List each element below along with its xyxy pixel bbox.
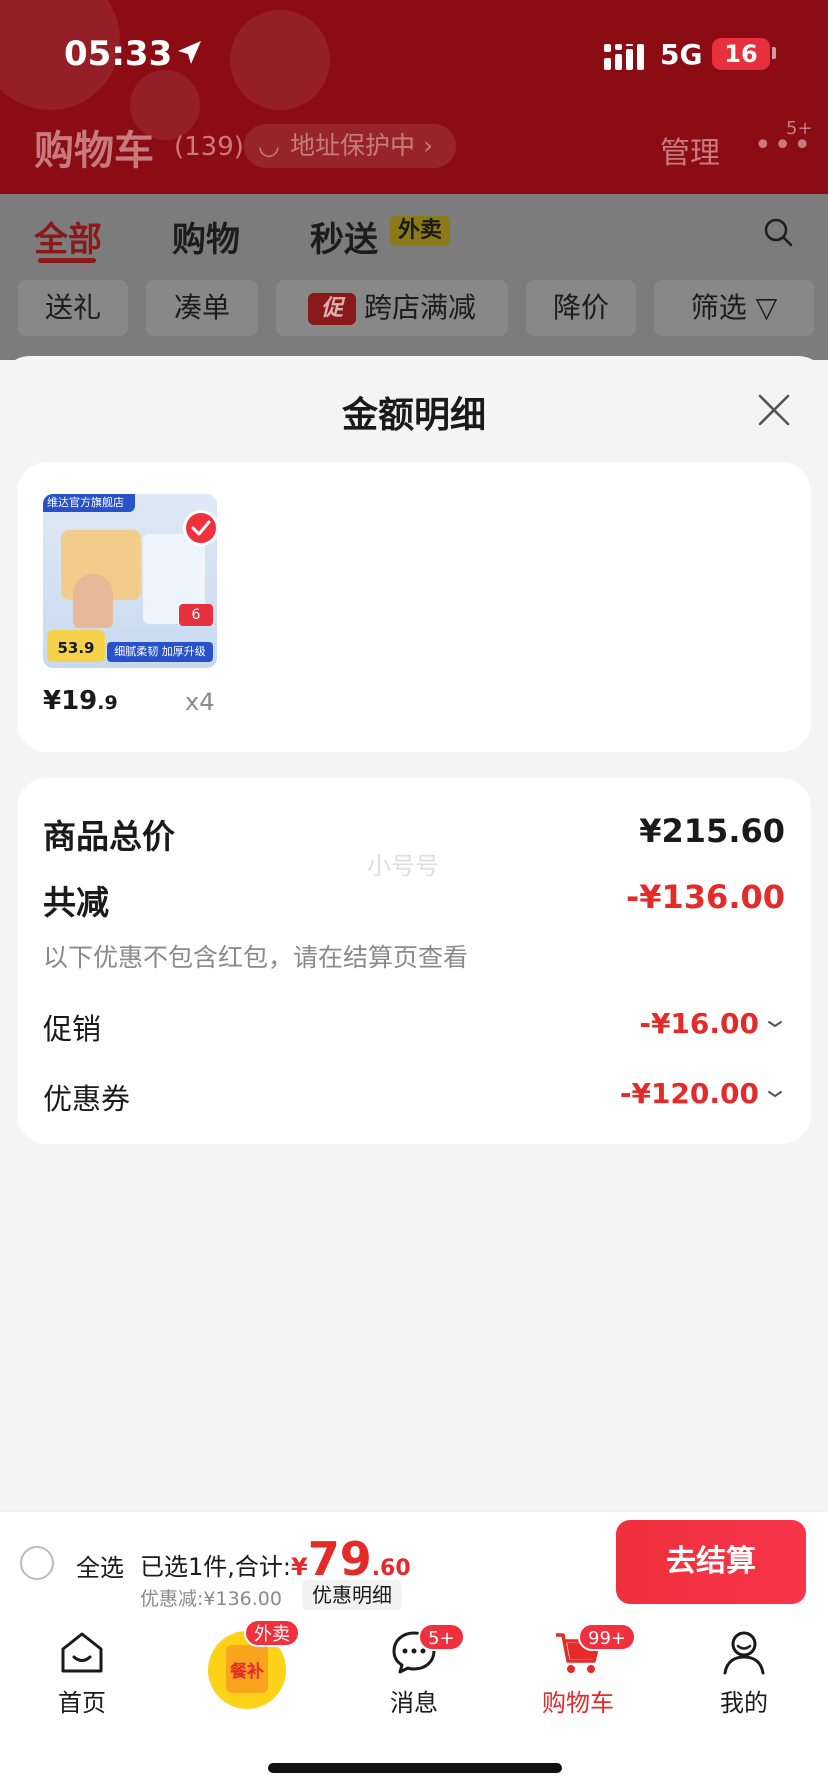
manage-button[interactable]: 管理 <box>660 128 720 172</box>
total-amount-int: 79 <box>307 1532 372 1586</box>
filter-chip-gift[interactable]: 送礼 <box>18 280 128 336</box>
battery-icon <box>772 47 776 59</box>
total-reduction-value: -¥136.00 <box>625 878 785 916</box>
location-arrow-icon <box>178 41 201 64</box>
item-price: ¥19.9 <box>43 686 118 716</box>
thumb-price-tag: 53.9 <box>47 630 105 662</box>
total-line: 已选1件,合计:¥79.60 <box>140 1532 411 1586</box>
currency-symbol: ¥ <box>290 1553 308 1581</box>
filter-chip-label: 凑单 <box>173 291 230 324</box>
selected-items-card: 维达官方旗舰店 6 53.9 细腻柔韧 加厚升级 ¥19.9 x4 <box>17 462 811 752</box>
chevron-down-icon <box>768 1021 782 1028</box>
signal-icon <box>604 44 644 70</box>
filter-chip-cross-store[interactable]: 促跨店满减 <box>276 280 508 336</box>
meal-text: 餐补 <box>230 1662 264 1682</box>
chevron-right-icon: › <box>415 131 433 160</box>
filter-chip-bundle[interactable]: 凑单 <box>146 280 258 336</box>
tab-bar-label: 购物车 <box>542 1689 614 1717</box>
tab-bar-label: 我的 <box>720 1689 768 1717</box>
total-price-label: 商品总价 <box>43 817 175 856</box>
reduction-note: 以下优惠不包含红包，请在结算页查看 <box>43 943 469 972</box>
select-all-label[interactable]: 全选 <box>76 1548 124 1583</box>
filter-chip-label: 送礼 <box>44 291 101 324</box>
cart-count: (139) <box>174 132 244 162</box>
watermark: 小号号 <box>367 852 439 880</box>
promo-mark: 促 <box>307 293 356 325</box>
battery-level: 16 <box>712 38 770 70</box>
coupon-value: -¥120.00 <box>619 1077 759 1110</box>
filter-chip-label: 降价 <box>552 291 609 324</box>
checkout-button[interactable]: 去结算 <box>616 1520 806 1604</box>
filter-icon: ▽ <box>755 291 778 324</box>
price-summary-card: 小号号 商品总价 ¥215.60 共减 -¥136.00 以下优惠不包含红包，请… <box>17 778 811 1144</box>
more-badge: 5+ <box>786 118 813 139</box>
amount-detail-sheet: 金额明细 维达官方旗舰店 6 53.9 细腻柔韧 加厚升级 ¥19.9 x4 小… <box>0 356 828 1511</box>
page-title: 购物车 <box>34 128 154 174</box>
select-all-checkbox[interactable] <box>20 1546 54 1580</box>
search-icon[interactable] <box>762 216 794 248</box>
takeout-badge: 外卖 <box>390 216 450 246</box>
tab-bar-profile[interactable]: 我的 <box>684 1627 804 1718</box>
network-type: 5G <box>660 38 703 71</box>
tab-shopping[interactable]: 购物 <box>172 212 240 261</box>
cart-badge: 99+ <box>578 1623 636 1651</box>
address-protect-pill[interactable]: ◡ 地址保护中 › <box>244 124 456 168</box>
filter-chip-label: 跨店满减 <box>363 291 476 324</box>
coupon-row[interactable]: -¥120.00 <box>620 1077 783 1110</box>
coupon-label: 优惠券 <box>43 1082 131 1116</box>
tab-instant[interactable]: 秒送 <box>310 212 378 261</box>
status-time: 05:33 <box>64 34 173 74</box>
total-price-value: ¥215.60 <box>639 812 785 850</box>
discount-text: 优惠减:¥136.00 <box>140 1588 282 1610</box>
tab-bar-cart[interactable]: 购物车 99+ <box>518 1623 638 1718</box>
smile-icon: ◡ <box>258 131 280 160</box>
background-cart-page: 05:33 5G 16 购物车 (139) ◡ 地址保护中 › 管理 ••• 5+… <box>0 0 828 360</box>
sheet-title: 金额明细 <box>341 395 486 436</box>
filter-chip-price-drop[interactable]: 降价 <box>526 280 636 336</box>
promotion-value: -¥16.00 <box>639 1007 759 1040</box>
total-reduction-label: 共减 <box>43 883 109 922</box>
selected-count-text: 已选1件,合计: <box>140 1553 291 1581</box>
tab-bar-label: 消息 <box>390 1689 438 1717</box>
home-icon <box>61 1632 103 1673</box>
chevron-down-icon <box>768 1091 782 1098</box>
profile-icon <box>723 1631 765 1675</box>
tab-all[interactable]: 全部 <box>34 212 102 261</box>
tab-bar-messages[interactable]: 消息 5+ <box>354 1623 474 1718</box>
model-image <box>73 574 113 628</box>
home-indicator <box>268 1763 562 1773</box>
thumb-pack-count: 6 <box>179 604 213 626</box>
promotion-label: 促销 <box>43 1012 102 1046</box>
filter-chip-label: 筛选 <box>690 291 747 324</box>
checkout-bar: 全选 已选1件,合计:¥79.60 优惠减:¥136.00 优惠明细 去结算 <box>0 1511 828 1613</box>
bottom-tab-bar: 首页 餐补 外卖 消息 5+ 购物车 99+ 我的 <box>0 1613 828 1792</box>
message-badge: 5+ <box>418 1623 465 1651</box>
tab-underline <box>38 258 96 263</box>
tab-bar-label: 首页 <box>58 1689 106 1717</box>
selected-check-icon <box>183 510 219 546</box>
item-quantity: x4 <box>185 688 215 716</box>
thumb-store-tag: 维达官方旗舰店 <box>43 494 135 512</box>
promotion-row[interactable]: -¥16.00 <box>639 1007 783 1040</box>
item-price-int: ¥19 <box>43 686 98 716</box>
item-price-dec: .9 <box>97 692 118 714</box>
total-amount-dec: .60 <box>371 1556 411 1581</box>
thumb-slogan: 细腻柔韧 加厚升级 <box>107 642 213 662</box>
discount-detail-button[interactable]: 优惠明细 <box>302 1580 402 1610</box>
status-bar: 05:33 5G 16 <box>0 0 828 110</box>
close-icon[interactable] <box>756 392 792 428</box>
meal-badge: 外卖 <box>244 1619 300 1647</box>
tab-bar-home[interactable]: 首页 <box>22 1627 142 1718</box>
address-protect-label: 地址保护中 <box>290 131 416 160</box>
filter-chip-filter[interactable]: 筛选 ▽ <box>654 280 814 336</box>
